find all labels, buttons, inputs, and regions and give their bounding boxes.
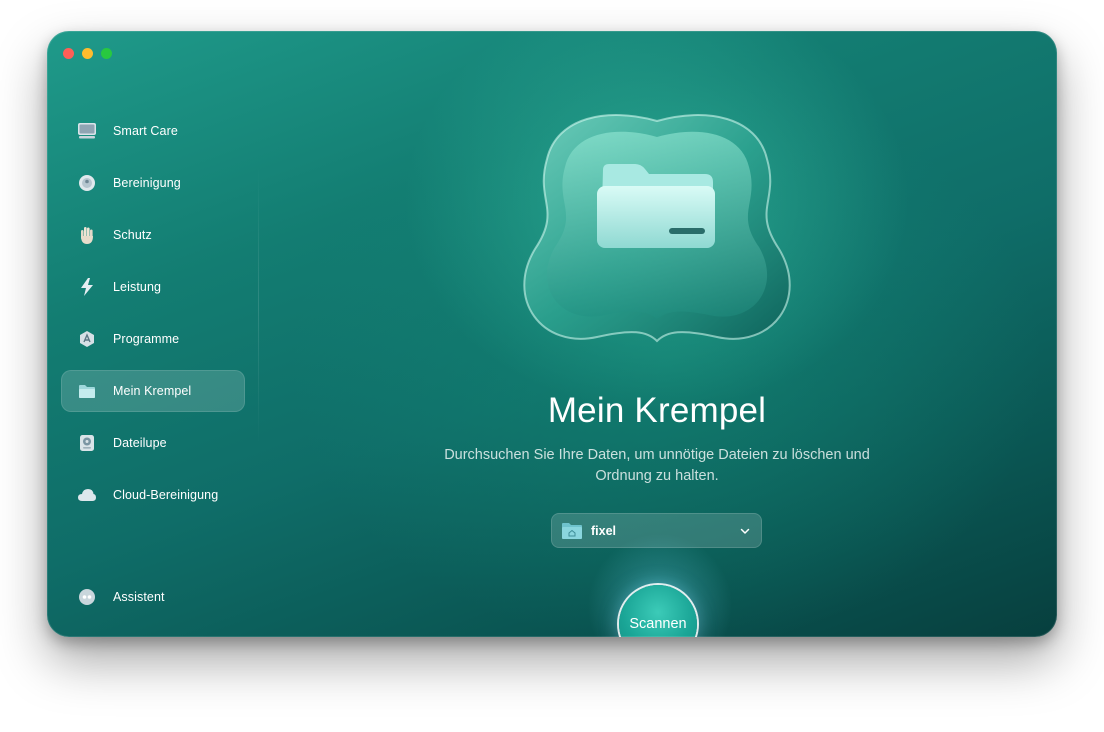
sidebar-item-cloud-bereinigung[interactable]: Cloud-Bereinigung (61, 474, 245, 516)
app-window: Smart Care Bereinigung Schutz Leistung P… (47, 31, 1057, 637)
sidebar-item-label: Cloud-Bereinigung (113, 488, 219, 502)
sidebar-item-label: Dateilupe (113, 436, 167, 450)
sidebar-item-programme[interactable]: Programme (61, 318, 245, 360)
sidebar-item-schutz[interactable]: Schutz (61, 214, 245, 256)
sidebar-item-dateilupe[interactable]: Dateilupe (61, 422, 245, 464)
window-controls (63, 48, 112, 59)
lightning-icon (77, 277, 97, 297)
sidebar-item-label: Leistung (113, 280, 162, 294)
assistant-icon (77, 587, 97, 607)
home-folder-icon (562, 522, 582, 539)
sidebar-item-smart-care[interactable]: Smart Care (61, 110, 245, 152)
cleanup-icon (77, 173, 97, 193)
close-window-button[interactable] (63, 48, 74, 59)
sidebar-item-label: Schutz (113, 228, 152, 242)
minimize-window-button[interactable] (82, 48, 93, 59)
sidebar-item-leistung[interactable]: Leistung (61, 266, 245, 308)
sidebar-item-label: Smart Care (113, 124, 178, 138)
smart-care-icon (77, 121, 97, 141)
sidebar-item-mein-krempel[interactable]: Mein Krempel (61, 370, 245, 412)
sidebar-item-assistent[interactable]: Assistent (61, 576, 245, 618)
sidebar-item-label: Assistent (113, 590, 165, 604)
sidebar-item-bereinigung[interactable]: Bereinigung (61, 162, 245, 204)
sidebar-item-label: Mein Krempel (113, 384, 192, 398)
apps-icon (77, 329, 97, 349)
folder-icon (77, 381, 97, 401)
sidebar-item-label: Programme (113, 332, 180, 346)
maximize-window-button[interactable] (101, 48, 112, 59)
cloud-icon (77, 485, 97, 505)
page-subtitle: Durchsuchen Sie Ihre Daten, um unnötige … (444, 447, 870, 484)
sidebar-divider (258, 166, 259, 446)
page-title: Mein Krempel (547, 391, 767, 430)
drive-icon (77, 433, 97, 453)
mein-krempel-illustration (517, 109, 797, 349)
screenshot-stage: Smart Care Bereinigung Schutz Leistung P… (0, 0, 1104, 732)
chevron-down-icon (740, 528, 750, 534)
hand-icon (77, 225, 97, 245)
sidebar: Smart Care Bereinigung Schutz Leistung P… (47, 101, 259, 637)
sidebar-item-label: Bereinigung (113, 176, 181, 190)
